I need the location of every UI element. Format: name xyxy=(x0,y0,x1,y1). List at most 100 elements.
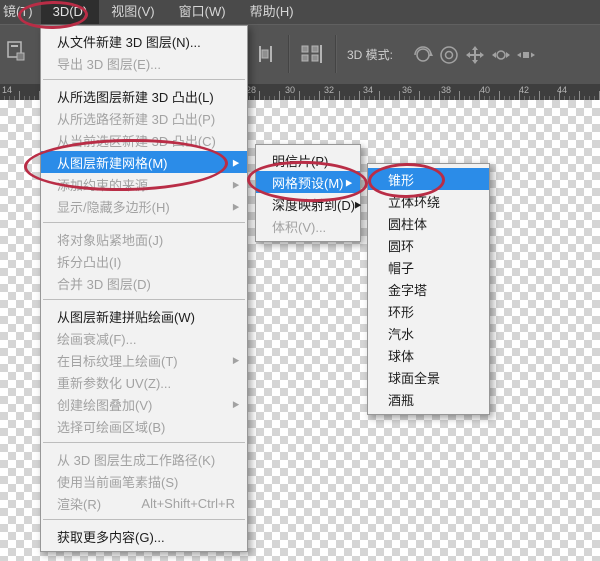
ruler-number: 36 xyxy=(402,85,412,95)
menu-item-label: 明信片(P) xyxy=(272,151,328,170)
submenu-arrow-icon: ▶ xyxy=(233,399,239,409)
menu-item-label: 从所选图层新建 3D 凸出(L) xyxy=(57,87,214,106)
menu-item-label: 汽水 xyxy=(388,324,414,343)
menu-item-ring[interactable]: 环形 xyxy=(368,300,489,322)
menubar-item-menu-help[interactable]: 帮助(H) xyxy=(238,0,306,24)
menu-item-label: 拆分凸出(I) xyxy=(57,252,121,271)
options-divider xyxy=(335,35,337,73)
menu-item-reparameterize-uv[interactable]: 重新参数化 UV(Z)... xyxy=(41,371,247,393)
menu-item-label: 显示/隐藏多边形(H) xyxy=(57,197,170,216)
menu-item-cube-wrap[interactable]: 立体环绕 xyxy=(368,190,489,212)
menu-item-label: 环形 xyxy=(388,302,414,321)
menu-item-get-more-content[interactable]: 获取更多内容(G)... xyxy=(41,525,247,547)
menu-item-new-3d-extrusion-from-selection[interactable]: 从当前选区新建 3D 凸出(C) xyxy=(41,129,247,151)
menu-item-mesh-preset[interactable]: 网格预设(M)▶ xyxy=(256,171,360,193)
menu-separator xyxy=(43,79,245,80)
menu-item-generate-work-path-from-3d-layer[interactable]: 从 3D 图层生成工作路径(K) xyxy=(41,448,247,470)
3d-dropdown-menu: 从文件新建 3D 图层(N)... 导出 3D 图层(E)... 从所选图层新建 3… xyxy=(40,25,248,552)
menu-item-label: 绘画衰减(F)... xyxy=(57,329,136,348)
ruler-number: 14 xyxy=(2,85,12,95)
ruler-number: 38 xyxy=(441,85,451,95)
menu-item-label: 深度映射到(D) xyxy=(272,195,355,214)
menu-item-label: 导出 3D 图层(E)... xyxy=(57,54,161,73)
menu-item-snap-object-to-ground[interactable]: 将对象贴紧地面(J) xyxy=(41,228,247,250)
menu-separator xyxy=(43,222,245,223)
menu-item-label: 从当前选区新建 3D 凸出(C) xyxy=(57,131,216,150)
menu-item-sphere[interactable]: 球体 xyxy=(368,344,489,366)
tool-preset-icon[interactable] xyxy=(6,40,26,62)
pan-3d-icon[interactable] xyxy=(464,44,486,66)
menu-item-label: 球面全景 xyxy=(388,368,440,387)
submenu-arrow-icon: ▶ xyxy=(233,201,239,211)
menu-item-label: 体积(V)... xyxy=(272,217,326,236)
orbit-3d-icon[interactable] xyxy=(412,44,434,66)
menu-item-new-tiled-painting-from-layer[interactable]: 从图层新建拼贴绘画(W) xyxy=(41,305,247,327)
menu-item-label: 从所选路径新建 3D 凸出(P) xyxy=(57,109,215,128)
align-icon[interactable] xyxy=(256,45,276,63)
options-divider xyxy=(288,35,290,73)
submenu-arrow-icon: ▶ xyxy=(355,199,361,209)
menu-item-paint-falloff[interactable]: 绘画衰减(F)... xyxy=(41,327,247,349)
menu-item-label: 酒瓶 xyxy=(388,390,414,409)
menu-item-spherical-panorama[interactable]: 球面全景 xyxy=(368,366,489,388)
menu-item-soda[interactable]: 汽水 xyxy=(368,322,489,344)
menu-item-volume[interactable]: 体积(V)... xyxy=(256,215,360,237)
mesh-preset-submenu: 锥形立体环绕圆柱体圆环帽子金字塔环形汽水球体球面全景酒瓶 xyxy=(367,163,490,415)
ruler-number: 42 xyxy=(519,85,529,95)
menu-item-depth-map-to[interactable]: 深度映射到(D)▶ xyxy=(256,193,360,215)
menu-item-add-constraint-source[interactable]: 添加约束的来源 ▶ xyxy=(41,173,247,195)
menubar-item-menu-window[interactable]: 窗口(W) xyxy=(167,0,238,24)
distribute-icon[interactable] xyxy=(300,45,324,63)
menu-separator xyxy=(43,519,245,520)
menu-item-label: 渲染(R) xyxy=(57,494,101,513)
menu-item-cylinder[interactable]: 圆柱体 xyxy=(368,212,489,234)
roll-3d-icon[interactable] xyxy=(438,44,460,66)
menu-item-select-paintable-areas[interactable]: 选择可绘画区域(B) xyxy=(41,415,247,437)
menu-item-new-3d-layer-from-file[interactable]: 从文件新建 3D 图层(N)... xyxy=(41,30,247,52)
menu-item-split-extrusion[interactable]: 拆分凸出(I) xyxy=(41,250,247,272)
menu-item-label: 帽子 xyxy=(388,258,414,277)
menu-item-create-paint-overlay[interactable]: 创建绘图叠加(V) ▶ xyxy=(41,393,247,415)
menu-item-label: 从 3D 图层生成工作路径(K) xyxy=(57,450,215,469)
menu-item-hat[interactable]: 帽子 xyxy=(368,256,489,278)
menu-item-label: 添加约束的来源 xyxy=(57,175,148,194)
menu-item-postcard[interactable]: 明信片(P) xyxy=(256,149,360,171)
menu-item-render[interactable]: 渲染(R) Alt+Shift+Ctrl+R xyxy=(41,492,247,514)
menu-item-new-3d-extrusion-from-path[interactable]: 从所选路径新建 3D 凸出(P) xyxy=(41,107,247,129)
menu-item-label: 球体 xyxy=(388,346,414,365)
menu-item-donut[interactable]: 圆环 xyxy=(368,234,489,256)
menu-item-wine-bottle[interactable]: 酒瓶 xyxy=(368,388,489,410)
menu-item-label: 选择可绘画区域(B) xyxy=(57,417,165,436)
menu-item-show-hide-polygons[interactable]: 显示/隐藏多边形(H) ▶ xyxy=(41,195,247,217)
ruler-number: 34 xyxy=(363,85,373,95)
new-mesh-from-layer-submenu: 明信片(P)网格预设(M)▶深度映射到(D)▶体积(V)... xyxy=(255,144,361,242)
menu-item-label: 使用当前画笔素描(S) xyxy=(57,472,178,491)
menu-item-label: 金字塔 xyxy=(388,280,427,299)
menu-item-pyramid[interactable]: 金字塔 xyxy=(368,278,489,300)
menu-item-export-3d-layer[interactable]: 导出 3D 图层(E)... xyxy=(41,52,247,74)
menu-item-label: 锥形 xyxy=(388,170,414,189)
menu-item-cone[interactable]: 锥形 xyxy=(368,168,489,190)
menu-item-shortcut: Alt+Shift+Ctrl+R xyxy=(141,496,239,511)
3d-mode-label: 3D 模式: xyxy=(347,25,393,85)
submenu-arrow-icon: ▶ xyxy=(233,179,239,189)
menu-item-label: 将对象贴紧地面(J) xyxy=(57,230,163,249)
menubar: 镜(T)3D(D)视图(V)窗口(W)帮助(H) xyxy=(0,0,600,24)
menu-item-label: 合并 3D 图层(D) xyxy=(57,274,151,293)
menubar-item-menu-3d[interactable]: 3D(D) xyxy=(41,0,100,24)
ruler-number: 40 xyxy=(480,85,490,95)
menu-item-label: 获取更多内容(G)... xyxy=(57,527,165,546)
menu-item-new-mesh-from-layer[interactable]: 从图层新建网格(M)▶ xyxy=(41,151,247,173)
menubar-item-menu-filter[interactable]: 镜(T) xyxy=(0,0,41,24)
scale-3d-icon[interactable] xyxy=(515,44,537,66)
menu-item-label: 网格预设(M) xyxy=(272,173,344,192)
menubar-item-menu-view[interactable]: 视图(V) xyxy=(99,0,166,24)
slide-3d-icon[interactable] xyxy=(490,44,512,66)
menu-item-new-3d-extrusion-from-layer[interactable]: 从所选图层新建 3D 凸出(L) xyxy=(41,85,247,107)
menu-item-label: 创建绘图叠加(V) xyxy=(57,395,152,414)
menu-separator xyxy=(43,442,245,443)
menu-item-sketch-with-current-brush[interactable]: 使用当前画笔素描(S) xyxy=(41,470,247,492)
menu-item-paint-on-target-texture[interactable]: 在目标纹理上绘画(T)▶ xyxy=(41,349,247,371)
ruler-number: 32 xyxy=(324,85,334,95)
menu-item-merge-3d-layers[interactable]: 合并 3D 图层(D) xyxy=(41,272,247,294)
